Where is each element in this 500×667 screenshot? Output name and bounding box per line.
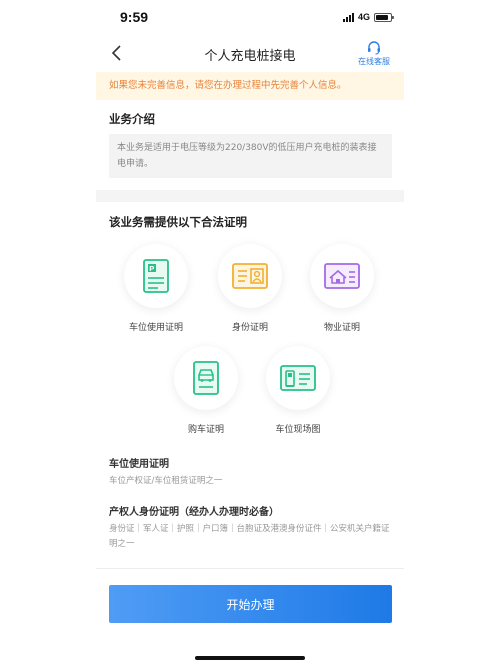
section-divider	[96, 190, 404, 202]
cert-property[interactable]: 物业证明	[302, 244, 382, 333]
requirement-title: 产权人身份证明（经办人办理时必备）	[109, 507, 279, 518]
cert-car-purchase-label: 购车证明	[187, 425, 224, 435]
certs-title: 该业务需提供以下合法证明	[109, 215, 247, 229]
phone-screen: 9:59 4G 个人充电桩接电 在线客服 如果您未完善信息，请您在办理过程中先完…	[96, 0, 404, 667]
cert-car-purchase-circle	[174, 346, 238, 410]
cert-parking-usage-label: 车位使用证明	[128, 323, 183, 333]
intro-text: 本业务是适用于电压等级为220/380V的低压用户充电桩的装表接电申请。	[109, 134, 392, 178]
notice-banner: 如果您未完善信息，请您在办理过程中先完善个人信息。	[96, 72, 404, 100]
online-service-button[interactable]: 在线客服	[352, 40, 396, 67]
battery-icon	[374, 12, 394, 22]
cert-car-purchase[interactable]: 购车证明	[166, 346, 246, 435]
requirement-desc: 车位产权证/车位租赁证明之一	[109, 476, 223, 486]
cert-identity[interactable]: 身份证明	[210, 244, 290, 333]
home-indicator	[195, 656, 305, 660]
cert-parking-site-photo[interactable]: 车位现场图	[258, 346, 338, 435]
cert-parking-usage[interactable]: P 车位使用证明	[116, 244, 196, 333]
cert-identity-label: 身份证明	[231, 323, 268, 333]
cert-identity-circle	[218, 244, 282, 308]
nav-bar: 个人充电桩接电 在线客服	[96, 36, 404, 72]
id-card-icon	[232, 263, 268, 289]
cert-parking-site-photo-circle	[266, 346, 330, 410]
cert-parking-usage-circle: P	[124, 244, 188, 308]
signal-icon	[342, 12, 354, 22]
online-service-label: 在线客服	[358, 57, 390, 66]
requirement-desc: 身份证｜军人证｜护照｜户口簿｜台胞证及港澳身份证件｜公安机关户籍证明之一	[109, 524, 390, 549]
bottom-divider	[96, 568, 404, 569]
cert-property-label: 物业证明	[323, 323, 360, 333]
charger-photo-icon	[280, 365, 316, 391]
requirement-title: 车位使用证明	[109, 459, 169, 470]
parking-doc-icon: P	[143, 259, 169, 293]
status-indicators: 4G	[342, 12, 394, 22]
start-process-button[interactable]: 开始办理	[109, 585, 392, 623]
network-type: 4G	[357, 12, 370, 22]
status-bar: 9:59 4G	[96, 0, 404, 36]
car-doc-icon	[193, 361, 219, 395]
status-time: 9:59	[120, 9, 149, 25]
cert-property-circle	[310, 244, 374, 308]
intro-title: 业务介绍	[109, 112, 155, 126]
cert-parking-site-photo-label: 车位现场图	[275, 425, 321, 435]
svg-text:P: P	[149, 264, 154, 273]
property-house-icon	[324, 263, 360, 289]
battery-level	[376, 14, 388, 20]
headset-icon	[368, 41, 380, 55]
